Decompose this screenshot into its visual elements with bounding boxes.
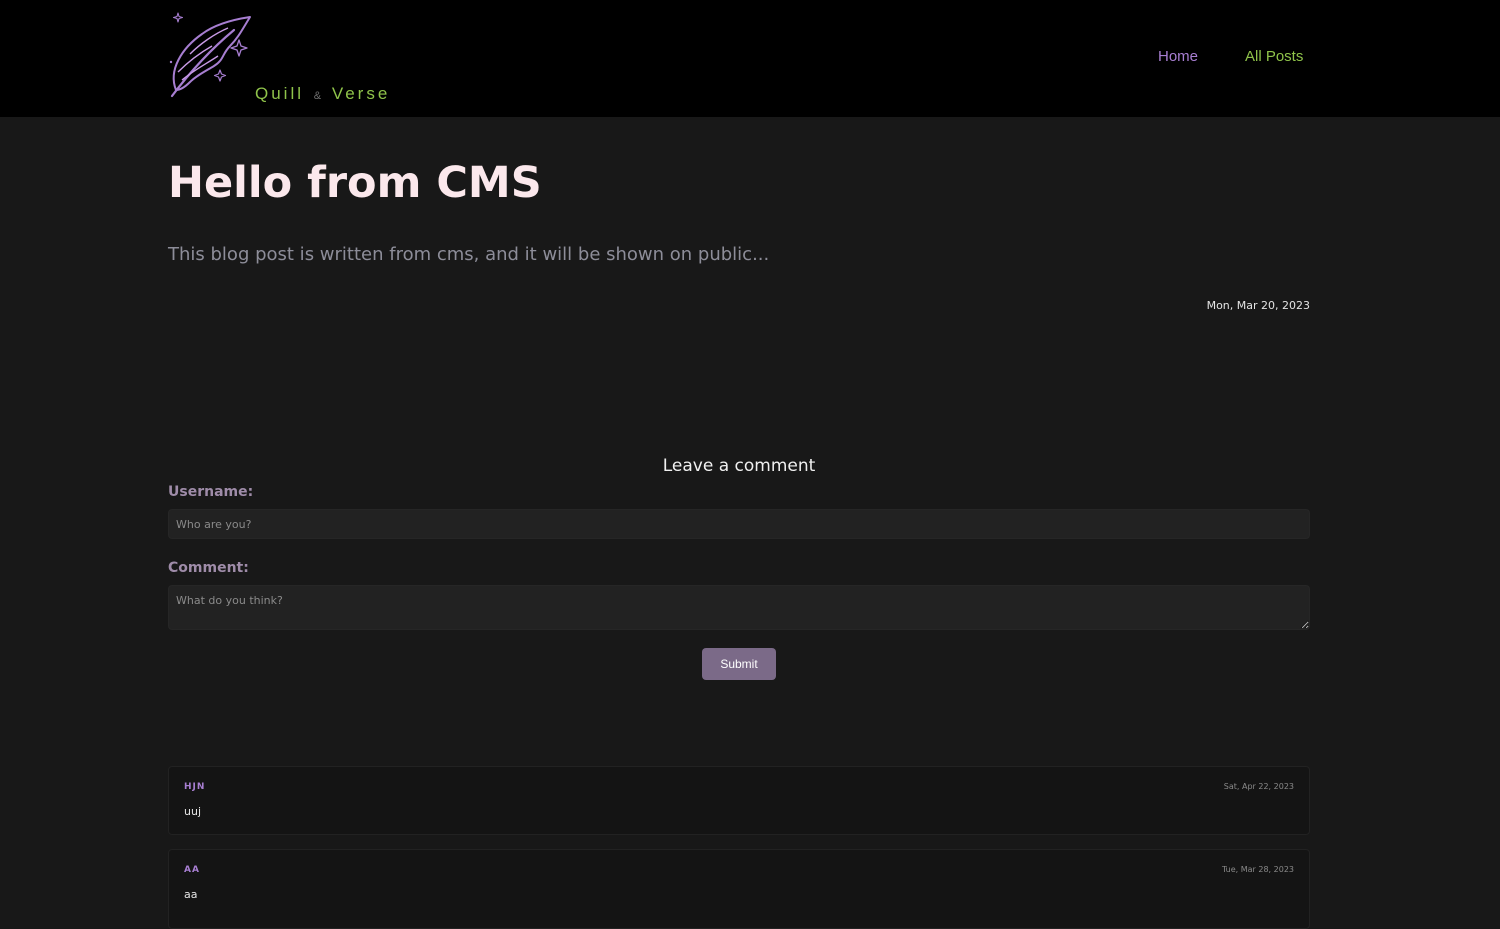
post-title: Hello from CMS	[168, 158, 542, 208]
post-excerpt: This blog post is written from cms, and …	[168, 244, 770, 265]
comment-text: aa	[184, 888, 198, 901]
username-input[interactable]	[168, 509, 1310, 539]
brand-word-verse: Verse	[331, 84, 391, 103]
comment-date: Tue, Mar 28, 2023	[1221, 865, 1294, 874]
comment-textarea[interactable]	[168, 585, 1310, 630]
comment-username: HJN	[184, 782, 206, 792]
comment-label: Comment:	[168, 560, 249, 576]
comment-form-heading: Leave a comment	[662, 456, 816, 476]
nav-all-posts-link[interactable]: All Posts	[1245, 48, 1303, 65]
comment-date: Sat, Apr 22, 2023	[1223, 782, 1294, 791]
site-header: Quill & Verse Home All Posts	[0, 0, 1500, 117]
post-date: Mon, Mar 20, 2023	[1206, 299, 1310, 312]
brand-word-quill: Quill	[255, 84, 305, 103]
comment-username: AA	[184, 865, 200, 875]
brand-name[interactable]: Quill & Verse	[255, 84, 390, 104]
comment-card: HJN Sat, Apr 22, 2023 uuj	[168, 766, 1310, 835]
username-label: Username:	[168, 484, 254, 500]
nav-home-link[interactable]: Home	[1158, 48, 1198, 65]
comment-card: AA Tue, Mar 28, 2023 aa	[168, 849, 1310, 929]
quill-logo-icon[interactable]	[168, 12, 254, 100]
brand-ampersand: &	[313, 90, 323, 102]
submit-button[interactable]: Submit	[702, 648, 776, 680]
comment-text: uuj	[184, 805, 201, 818]
